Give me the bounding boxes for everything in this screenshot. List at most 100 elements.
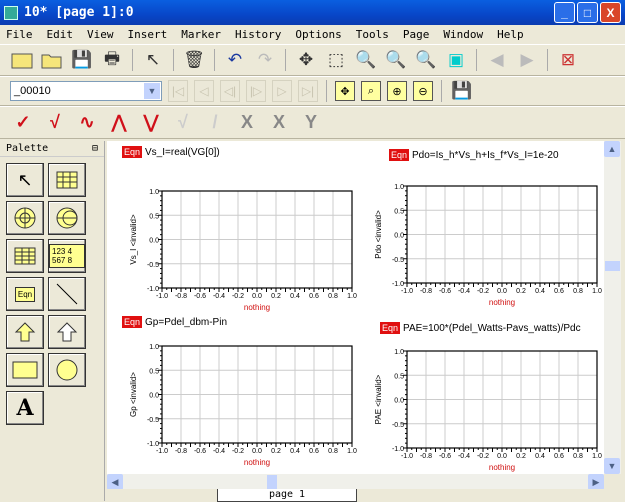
zoom-1-icon[interactable]: 🔍 [414, 48, 438, 72]
menu-page[interactable]: Page [403, 28, 430, 41]
arrow-tool[interactable] [6, 315, 44, 349]
new-folder-icon[interactable] [10, 48, 34, 72]
polygon-tool[interactable] [48, 315, 86, 349]
y-tick-label: 0.0 [149, 393, 159, 400]
smith-chart-tool[interactable] [48, 201, 86, 235]
menu-window[interactable]: Window [443, 28, 483, 41]
vertical-scrollbar[interactable]: ▲ ▼ [604, 141, 621, 474]
open-folder-icon[interactable] [40, 48, 64, 72]
delete-box-icon[interactable]: ⊠ [556, 48, 580, 72]
marker-icon[interactable]: / [202, 111, 228, 135]
y-tick-label: -0.5 [392, 422, 404, 429]
title-bar: 10* [page 1]:0 _ □ X [0, 0, 625, 25]
marker-icon[interactable]: √ [42, 111, 68, 135]
marker-icon[interactable]: Y [298, 111, 324, 135]
marker-icon[interactable]: √ [170, 111, 196, 135]
menu-edit[interactable]: Edit [47, 28, 74, 41]
last-icon[interactable]: ▷| [298, 80, 318, 102]
next-page-icon[interactable]: ▶ [515, 48, 539, 72]
save-icon[interactable]: 💾 [70, 48, 94, 72]
rect-plot-tool[interactable] [48, 163, 86, 197]
menu-marker[interactable]: Marker [181, 28, 221, 41]
plot-pdo[interactable]: -1.0 -0.8 -0.6 -0.4 -0.2 0.0 0.2 0.4 0.6 0.8 1.0 1.… [357, 176, 604, 311]
equation-3[interactable]: Eqn Gp=Pdel_dbm-Pin [122, 316, 227, 328]
rectangle-tool[interactable] [6, 353, 44, 387]
prev-page-icon[interactable]: ◀ [485, 48, 509, 72]
select-pointer-icon[interactable]: ↖ [141, 48, 165, 72]
next-step-icon[interactable]: |▷ [246, 80, 266, 102]
tab-page-1[interactable]: page 1 [217, 489, 357, 502]
pan-icon[interactable]: ✥ [294, 48, 318, 72]
trash-icon[interactable]: 🗑 [182, 48, 206, 72]
equation-2[interactable]: Eqn Pdo=Is_h*Vs_h+Is_f*Vs_I=1e-20 [389, 149, 559, 161]
menu-history[interactable]: History [235, 28, 281, 41]
prev-icon[interactable]: ◁ [194, 80, 214, 102]
chevron-down-icon[interactable]: ▼ [144, 83, 160, 99]
menu-tools[interactable]: Tools [356, 28, 389, 41]
maximize-button[interactable]: □ [577, 2, 598, 23]
menu-insert[interactable]: Insert [128, 28, 168, 41]
x-tick-label: -0.8 [420, 453, 432, 460]
graph-zoom-in-icon[interactable]: ⊕ [387, 81, 407, 101]
x-tick-label: 1.0 [347, 448, 357, 455]
scroll-up-icon[interactable]: ▲ [604, 141, 620, 157]
marker-icon[interactable]: ✓ [10, 111, 36, 135]
scroll-thumb[interactable] [267, 475, 277, 489]
graph-zoom-box-icon[interactable]: ⌕ [361, 81, 381, 101]
dataset-select[interactable]: _00010 ▼ [10, 81, 162, 101]
main-toolbar: 💾 🖶 ↖ 🗑 ↶ ↷ ✥ ⬚ 🔍 🔍 🔍 ▣ ◀ ▶ ⊠ [0, 44, 625, 76]
prev-step-icon[interactable]: ◁| [220, 80, 240, 102]
table-tool[interactable]: 123 4 567 8 [48, 239, 86, 273]
x-tick-label: 0.8 [328, 448, 338, 455]
save-trace-icon[interactable]: 💾 [450, 79, 474, 103]
zoom-box-icon[interactable]: ⬚ [324, 48, 348, 72]
menu-file[interactable]: File [6, 28, 33, 41]
scroll-right-icon[interactable]: ▶ [588, 474, 604, 490]
text-tool[interactable]: A [6, 391, 44, 425]
page-canvas[interactable]: Eqn Vs_I=real(VG[0]) Eqn Pdo=Is_h*Vs_h+Is_… [107, 141, 604, 474]
undo-icon[interactable]: ↶ [223, 48, 247, 72]
x-tick-label: -0.2 [232, 448, 244, 455]
marker-icon[interactable]: X [266, 111, 292, 135]
redo-icon[interactable]: ↷ [253, 48, 277, 72]
graph-zoom-out-icon[interactable]: ⊖ [413, 81, 433, 101]
minimize-button[interactable]: _ [554, 2, 575, 23]
y-tick-label: 1.0 [394, 349, 404, 356]
marker-icon[interactable]: ∿ [74, 111, 100, 135]
copy-page-icon[interactable]: ▣ [444, 48, 468, 72]
close-button[interactable]: X [600, 2, 621, 23]
print-icon[interactable]: 🖶 [100, 48, 124, 72]
scroll-left-icon[interactable]: ◀ [107, 474, 123, 490]
next-icon[interactable]: ▷ [272, 80, 292, 102]
plot-gp[interactable]: -1.0 -0.8 -0.6 -0.4 -0.2 0.0 0.2 0.4 0.6 0.8 1.0 1.… [112, 336, 362, 471]
equation-tool[interactable]: Eqn [6, 277, 44, 311]
menu-options[interactable]: Options [295, 28, 341, 41]
scroll-down-icon[interactable]: ▼ [604, 458, 620, 474]
first-icon[interactable]: |◁ [168, 80, 188, 102]
zoom-in-icon[interactable]: 🔍 [354, 48, 378, 72]
polar-plot-tool[interactable] [6, 201, 44, 235]
x-tick-label: 1.0 [592, 453, 602, 460]
equation-4[interactable]: Eqn PAE=100*(Pdel_Watts-Pavs_watts)/Pdc [380, 322, 581, 334]
peak-marker-icon[interactable]: ⋀ [106, 111, 132, 135]
pointer-tool[interactable]: ↖ [6, 163, 44, 197]
graph-pan-icon[interactable]: ✥ [335, 81, 355, 101]
y-tick-label: 0.0 [149, 238, 159, 245]
menu-help[interactable]: Help [497, 28, 524, 41]
circle-tool[interactable] [48, 353, 86, 387]
scroll-thumb[interactable] [605, 261, 620, 271]
list-tool[interactable] [6, 239, 44, 273]
x-tick-label: -0.2 [232, 293, 244, 300]
marker-icon[interactable]: X [234, 111, 260, 135]
zoom-out-icon[interactable]: 🔍 [384, 48, 408, 72]
y-axis-label: PAE <invalid> [374, 374, 383, 424]
horizontal-scrollbar[interactable]: ◀ ▶ [107, 474, 604, 490]
pin-icon[interactable]: ⊟ [92, 143, 98, 154]
plot-pae[interactable]: -1.0 -0.8 -0.6 -0.4 -0.2 0.0 0.2 0.4 0.6 0.8 1.0 1.… [357, 341, 604, 474]
equation-1[interactable]: Eqn Vs_I=real(VG[0]) [122, 146, 220, 158]
line-tool[interactable] [48, 277, 86, 311]
plot-vs-i[interactable]: -1.0 -0.8 -0.6 -0.4 -0.2 0.0 0.2 0.4 0.6 0.8 1.0 1.… [112, 181, 362, 316]
menu-view[interactable]: View [87, 28, 114, 41]
x-tick-label: -0.6 [194, 293, 206, 300]
valley-marker-icon[interactable]: ⋁ [138, 111, 164, 135]
